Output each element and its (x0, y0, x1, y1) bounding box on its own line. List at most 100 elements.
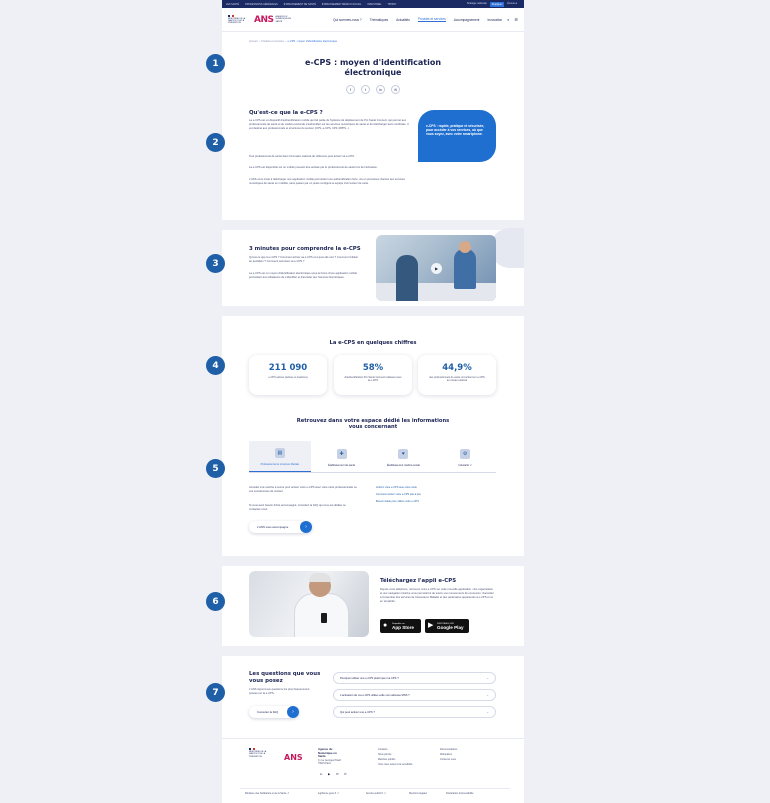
google-play-button[interactable]: ▶ DISPONIBLE SUR Google Play (425, 619, 469, 633)
tab-health-facility[interactable]: ✚ Établissement de santé (311, 441, 373, 472)
facebook-icon[interactable]: f (346, 85, 355, 94)
step-marker: 5 (206, 459, 225, 478)
intro-paragraph: La e-CPS est un dispositif d'authentific… (249, 119, 409, 130)
section-separator (222, 646, 524, 656)
page-title-line2: électronique (344, 67, 402, 77)
arrow-right-icon: › (287, 706, 299, 718)
flag-icon (228, 14, 234, 17)
play-icon[interactable]: ▶ (431, 263, 442, 274)
footer-bottom-link[interactable]: Déclaration d'accessibilité (446, 792, 473, 795)
topbar-link[interactable]: PROFESSIONS GÉNÉRALES (245, 3, 278, 6)
breadcrumb-item[interactable]: Accueil (249, 40, 257, 43)
footer-bottom-link[interactable]: Ministère des Solidarités et de la Santé… (245, 792, 289, 795)
doctor-photo (249, 571, 369, 637)
nav-item-innovation[interactable]: Innovation (487, 18, 502, 22)
footer-bottom-link[interactable]: legifrance.gouv.fr ↗ (318, 792, 339, 795)
intro-paragraph: Tout professionnel de santé dans l'Annua… (249, 155, 355, 158)
ans-logo-text: AGENCE DU NUMÉRIQUE EN SANTÉ (275, 16, 292, 23)
ans-logo[interactable]: ANS AGENCE DU NUMÉRIQUE EN SANTÉ (254, 15, 297, 25)
audience-tabs: ▤ Professionnel et structure libérale ✚ … (249, 441, 496, 473)
republic-logo-text: MINISTÈRE DE LA SANTÉ ET DE LA PRÉVENTIO… (228, 17, 246, 25)
topbar-link[interactable]: ÉTABLISSEMENT DE SANTÉ (284, 3, 316, 6)
video-player[interactable]: ▶ (376, 235, 496, 301)
footer-republic-logo[interactable]: MINISTÈRE DE LA SANTÉ ET DE LA PRÉVENTIO… (249, 746, 269, 760)
topbar-right-link[interactable]: Écoute-à (507, 2, 517, 7)
topbar-link[interactable]: LES SANTÉ (226, 3, 239, 6)
footer-link[interactable]: Documentations (440, 748, 457, 751)
republic-logo[interactable]: MINISTÈRE DE LA SANTÉ ET DE LA PRÉVENTIO… (228, 13, 248, 27)
chevron-down-icon: ⌄ (486, 693, 489, 697)
mail-icon[interactable]: ✉ (391, 85, 400, 94)
spaces-link[interactable]: Besoin d'aide pour utiliser votre e-CPS (376, 500, 419, 503)
topbar-right-link[interactable]: Stratégie nationale (467, 2, 487, 7)
faq-question[interactable]: Pourquoi utiliser une e-CPS plutôt que m… (333, 672, 496, 684)
video-scene (459, 241, 471, 253)
linkedin-icon[interactable]: in (376, 85, 385, 94)
topbar-join-button[interactable]: Rejoignez (489, 1, 505, 7)
video-scene (454, 249, 476, 289)
footer-link[interactable]: Nous joindre (378, 753, 391, 756)
tab-label: Industriel ↗ (458, 464, 472, 467)
topbar-link[interactable]: ÉTABLISSEMENT MÉDICO-SOCIAL (322, 3, 361, 6)
youtube-icon[interactable]: ▶ (328, 772, 330, 776)
menu-icon[interactable]: ☰ (514, 17, 518, 22)
faq-question[interactable]: L'activation de ma e-CPS utilise-t-elle … (333, 689, 496, 701)
stat-label: d'authentification Pro Santé Connect réa… (344, 376, 402, 383)
topbar-link[interactable]: TIPIPAY (388, 3, 397, 6)
phone-icon[interactable]: ✆ (344, 772, 347, 776)
twitter-icon[interactable]: t (361, 85, 370, 94)
section-separator (222, 306, 524, 316)
faq-question[interactable]: Qui peut activer une e-CPS ? ⌄ (333, 706, 496, 718)
app-store-label: App Store (392, 624, 414, 630)
tab-label: Établissement de santé (328, 464, 356, 467)
footer-bottom-link[interactable]: Service-public.fr ↗ (366, 792, 386, 795)
breadcrumb-item[interactable]: Produits et services (261, 40, 284, 43)
ans-logo-icon: ANS (284, 753, 303, 762)
page-title-line1: e-CPS : moyen d'identification (304, 58, 442, 67)
nav-item-support[interactable]: Accompagnement (454, 18, 480, 22)
stat-card: 44,9% des professionnels de santé ont ac… (418, 355, 496, 395)
ans-support-button[interactable]: L'ANS vous accompagne › (249, 521, 312, 533)
step-marker: 2 (206, 133, 225, 152)
faq-button[interactable]: Consulter la FAQ › (249, 706, 299, 718)
spaces-link[interactable]: Activez votre e-CPS avec votre carte (376, 486, 417, 489)
nav-item-themes[interactable]: Thématiques (370, 18, 388, 22)
footer-link[interactable]: Vous nous suivez à la sensibilité (378, 763, 412, 766)
faq-button-label: Consulter la FAQ (257, 710, 279, 714)
footer-link[interactable]: Webinaires (440, 753, 452, 756)
footer-ans-logo[interactable]: ANS (284, 747, 303, 765)
tab-industrial[interactable]: ⚙ Industriel ↗ (434, 441, 496, 472)
stats-heading: La e-CPS en quelques chiffres (329, 340, 417, 346)
tab-professional[interactable]: ▤ Professionnel et structure libérale (249, 441, 311, 472)
search-icon[interactable]: ⌕ (507, 17, 509, 22)
app-store-button[interactable]: ● Disponible sur App Store (380, 619, 421, 633)
faq-question-text: Pourquoi utiliser une e-CPS plutôt que m… (340, 676, 399, 680)
video-paragraph: Qu'est-ce que la e-CPS ? Comment activer… (249, 256, 359, 263)
stat-card: 211 090 e-CPS actives (actives et inacti… (249, 355, 327, 395)
footer-link[interactable]: Contacts (378, 748, 387, 751)
footer-link[interactable]: Contenus vous (440, 758, 456, 761)
footer-address: 9, rue Georges Pitard 75015 Paris (318, 759, 341, 766)
nav-item-about[interactable]: Qui sommes-nous ? (333, 18, 362, 22)
faq-question-text: L'activation de ma e-CPS utilise-t-elle … (340, 693, 410, 697)
intro-heading: Qu'est-ce que la e-CPS ? (249, 110, 323, 116)
footer-bottom-link[interactable]: Mentions légales (409, 792, 427, 795)
footer-link[interactable]: Marchés publics (378, 758, 395, 761)
tab-medico-social[interactable]: ♥ Établissement médico-social (373, 441, 435, 472)
mail-icon[interactable]: ✉ (336, 772, 339, 776)
ans-logo-icon: ANS (254, 14, 274, 25)
chevron-down-icon: ⌄ (486, 710, 489, 714)
step-marker: 6 (206, 592, 225, 611)
ans-support-label: L'ANS vous accompagne (257, 525, 289, 529)
stat-value: 211 090 (268, 363, 308, 373)
chevron-down-icon: ⌄ (486, 676, 489, 680)
section-separator (222, 556, 524, 566)
linkedin-icon[interactable]: in (320, 772, 322, 776)
nav-item-news[interactable]: Actualités (396, 18, 410, 22)
nav-item-products[interactable]: Produits et services (417, 17, 446, 22)
apple-icon: ● (383, 622, 388, 629)
care-icon: ♥ (398, 449, 409, 459)
google-play-label: Google Play (437, 624, 464, 630)
topbar-link[interactable]: INDUSTRIEL (367, 3, 381, 6)
spaces-link[interactable]: Comment activer votre e-CPS pas à pas (376, 493, 421, 496)
